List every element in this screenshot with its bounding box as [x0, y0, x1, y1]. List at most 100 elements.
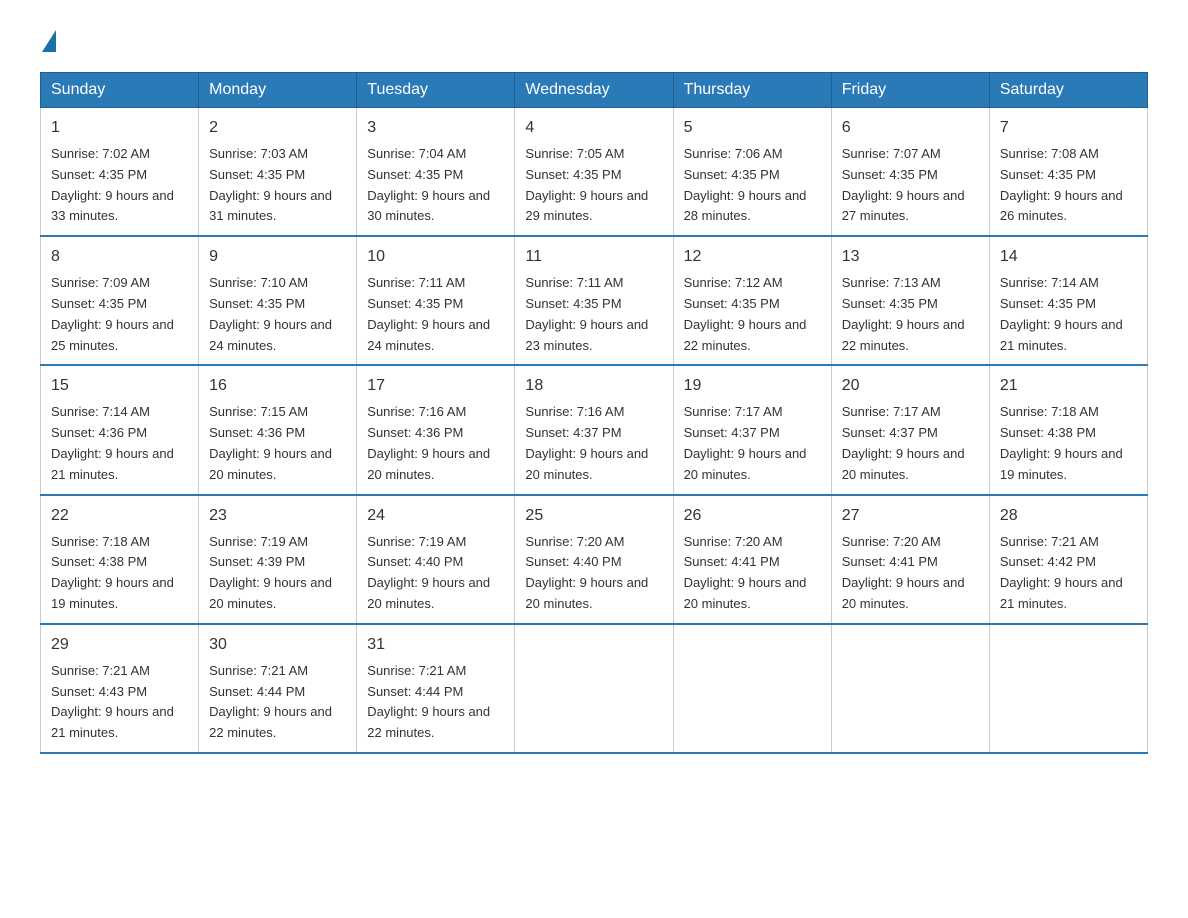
- day-number: 24: [367, 504, 504, 528]
- day-number: 8: [51, 245, 188, 269]
- week-row-5: 29 Sunrise: 7:21 AMSunset: 4:43 PMDayligh…: [41, 624, 1148, 753]
- day-header-thursday: Thursday: [673, 73, 831, 108]
- day-number: 20: [842, 374, 979, 398]
- calendar-cell: 5Sunrise: 7:06 AMSunset: 4:35 PMDaylight…: [673, 108, 831, 237]
- calendar-cell: 16Sunrise: 7:15 AMSunset: 4:36 PMDayligh…: [199, 365, 357, 494]
- day-number: 31: [367, 633, 504, 657]
- day-number: 28: [1000, 504, 1137, 528]
- day-info: Sunrise: 7:11 AMSunset: 4:35 PMDaylight:…: [367, 275, 490, 352]
- calendar-cell: 29 Sunrise: 7:21 AMSunset: 4:43 PMDayligh…: [41, 624, 199, 753]
- day-number: 7: [1000, 116, 1137, 140]
- day-info: Sunrise: 7:16 AMSunset: 4:36 PMDaylight:…: [367, 404, 490, 481]
- calendar-cell: 2 Sunrise: 7:03 AMSunset: 4:35 PMDaylight…: [199, 108, 357, 237]
- calendar-cell: 4 Sunrise: 7:05 AMSunset: 4:35 PMDaylight…: [515, 108, 673, 237]
- day-info: Sunrise: 7:14 AMSunset: 4:36 PMDaylight:…: [51, 404, 174, 481]
- day-info: Sunrise: 7:05 AMSunset: 4:35 PMDaylight:…: [525, 146, 648, 223]
- day-info: Sunrise: 7:12 AMSunset: 4:35 PMDaylight:…: [684, 275, 807, 352]
- calendar-cell: 31 Sunrise: 7:21 AMSunset: 4:44 PMDayligh…: [357, 624, 515, 753]
- day-number: 26: [684, 504, 821, 528]
- calendar-cell: 22 Sunrise: 7:18 AMSunset: 4:38 PMDayligh…: [41, 495, 199, 624]
- calendar-cell: 27 Sunrise: 7:20 AMSunset: 4:41 PMDayligh…: [831, 495, 989, 624]
- day-number: 9: [209, 245, 346, 269]
- day-number: 18: [525, 374, 662, 398]
- calendar-cell: 10 Sunrise: 7:11 AMSunset: 4:35 PMDayligh…: [357, 236, 515, 365]
- day-number: 5: [684, 116, 821, 140]
- day-header-monday: Monday: [199, 73, 357, 108]
- day-number: 30: [209, 633, 346, 657]
- day-number: 25: [525, 504, 662, 528]
- day-info: Sunrise: 7:16 AMSunset: 4:37 PMDaylight:…: [525, 404, 648, 481]
- week-row-2: 8 Sunrise: 7:09 AMSunset: 4:35 PMDaylight…: [41, 236, 1148, 365]
- day-header-tuesday: Tuesday: [357, 73, 515, 108]
- day-number: 14: [1000, 245, 1137, 269]
- calendar-cell: 19 Sunrise: 7:17 AMSunset: 4:37 PMDayligh…: [673, 365, 831, 494]
- day-info: Sunrise: 7:20 AMSunset: 4:41 PMDaylight:…: [842, 534, 965, 611]
- day-number: 12: [684, 245, 821, 269]
- day-info: Sunrise: 7:14 AMSunset: 4:35 PMDaylight:…: [1000, 275, 1123, 352]
- day-info: Sunrise: 7:19 AMSunset: 4:39 PMDaylight:…: [209, 534, 332, 611]
- day-number: 11: [525, 245, 662, 269]
- day-info: Sunrise: 7:04 AMSunset: 4:35 PMDaylight:…: [367, 146, 490, 223]
- day-info: Sunrise: 7:17 AMSunset: 4:37 PMDaylight:…: [842, 404, 965, 481]
- day-info: Sunrise: 7:19 AMSunset: 4:40 PMDaylight:…: [367, 534, 490, 611]
- day-info: Sunrise: 7:20 AMSunset: 4:41 PMDaylight:…: [684, 534, 807, 611]
- day-number: 22: [51, 504, 188, 528]
- calendar-cell: 14 Sunrise: 7:14 AMSunset: 4:35 PMDayligh…: [989, 236, 1147, 365]
- day-info: Sunrise: 7:18 AMSunset: 4:38 PMDaylight:…: [1000, 404, 1123, 481]
- day-number: 6: [842, 116, 979, 140]
- calendar-cell: 28 Sunrise: 7:21 AMSunset: 4:42 PMDayligh…: [989, 495, 1147, 624]
- day-info: Sunrise: 7:21 AMSunset: 4:42 PMDaylight:…: [1000, 534, 1123, 611]
- day-info: Sunrise: 7:10 AMSunset: 4:35 PMDaylight:…: [209, 275, 332, 352]
- calendar-cell: 3 Sunrise: 7:04 AMSunset: 4:35 PMDaylight…: [357, 108, 515, 237]
- calendar-cell: [831, 624, 989, 753]
- day-header-sunday: Sunday: [41, 73, 199, 108]
- day-number: 4: [525, 116, 662, 140]
- day-number: 10: [367, 245, 504, 269]
- calendar-table: SundayMondayTuesdayWednesdayThursdayFrid…: [40, 72, 1148, 754]
- day-number: 19: [684, 374, 821, 398]
- calendar-cell: 23 Sunrise: 7:19 AMSunset: 4:39 PMDayligh…: [199, 495, 357, 624]
- calendar-cell: 26 Sunrise: 7:20 AMSunset: 4:41 PMDayligh…: [673, 495, 831, 624]
- calendar-cell: 30 Sunrise: 7:21 AMSunset: 4:44 PMDayligh…: [199, 624, 357, 753]
- day-info: Sunrise: 7:21 AMSunset: 4:44 PMDaylight:…: [367, 663, 490, 740]
- day-number: 1: [51, 116, 188, 140]
- week-row-3: 15 Sunrise: 7:14 AMSunset: 4:36 PMDayligh…: [41, 365, 1148, 494]
- calendar-cell: 7Sunrise: 7:08 AMSunset: 4:35 PMDaylight…: [989, 108, 1147, 237]
- day-number: 16: [209, 374, 346, 398]
- day-info: Sunrise: 7:18 AMSunset: 4:38 PMDaylight:…: [51, 534, 174, 611]
- day-info: Sunrise: 7:20 AMSunset: 4:40 PMDaylight:…: [525, 534, 648, 611]
- day-info: Sunrise: 7:03 AMSunset: 4:35 PMDaylight:…: [209, 146, 332, 223]
- day-number: 2: [209, 116, 346, 140]
- day-info: Sunrise: 7:09 AMSunset: 4:35 PMDaylight:…: [51, 275, 174, 352]
- day-number: 27: [842, 504, 979, 528]
- day-info: Sunrise: 7:21 AMSunset: 4:43 PMDaylight:…: [51, 663, 174, 740]
- calendar-cell: 17Sunrise: 7:16 AMSunset: 4:36 PMDayligh…: [357, 365, 515, 494]
- calendar-cell: 13 Sunrise: 7:13 AMSunset: 4:35 PMDayligh…: [831, 236, 989, 365]
- calendar-cell: 25 Sunrise: 7:20 AMSunset: 4:40 PMDayligh…: [515, 495, 673, 624]
- calendar-cell: 1 Sunrise: 7:02 AMSunset: 4:35 PMDaylight…: [41, 108, 199, 237]
- day-number: 15: [51, 374, 188, 398]
- day-number: 21: [1000, 374, 1137, 398]
- day-number: 29: [51, 633, 188, 657]
- header-row: SundayMondayTuesdayWednesdayThursdayFrid…: [41, 73, 1148, 108]
- day-header-friday: Friday: [831, 73, 989, 108]
- week-row-1: 1 Sunrise: 7:02 AMSunset: 4:35 PMDaylight…: [41, 108, 1148, 237]
- calendar-cell: 21 Sunrise: 7:18 AMSunset: 4:38 PMDayligh…: [989, 365, 1147, 494]
- day-info: Sunrise: 7:17 AMSunset: 4:37 PMDaylight:…: [684, 404, 807, 481]
- day-header-saturday: Saturday: [989, 73, 1147, 108]
- calendar-cell: [673, 624, 831, 753]
- day-number: 23: [209, 504, 346, 528]
- day-number: 3: [367, 116, 504, 140]
- day-info: Sunrise: 7:02 AMSunset: 4:35 PMDaylight:…: [51, 146, 174, 223]
- calendar-cell: 6 Sunrise: 7:07 AMSunset: 4:35 PMDaylight…: [831, 108, 989, 237]
- day-info: Sunrise: 7:11 AMSunset: 4:35 PMDaylight:…: [525, 275, 648, 352]
- day-info: Sunrise: 7:21 AMSunset: 4:44 PMDaylight:…: [209, 663, 332, 740]
- week-row-4: 22 Sunrise: 7:18 AMSunset: 4:38 PMDayligh…: [41, 495, 1148, 624]
- day-header-wednesday: Wednesday: [515, 73, 673, 108]
- day-info: Sunrise: 7:07 AMSunset: 4:35 PMDaylight:…: [842, 146, 965, 223]
- logo: [40, 30, 58, 52]
- calendar-cell: 15 Sunrise: 7:14 AMSunset: 4:36 PMDayligh…: [41, 365, 199, 494]
- day-number: 13: [842, 245, 979, 269]
- day-info: Sunrise: 7:13 AMSunset: 4:35 PMDaylight:…: [842, 275, 965, 352]
- calendar-cell: 12 Sunrise: 7:12 AMSunset: 4:35 PMDayligh…: [673, 236, 831, 365]
